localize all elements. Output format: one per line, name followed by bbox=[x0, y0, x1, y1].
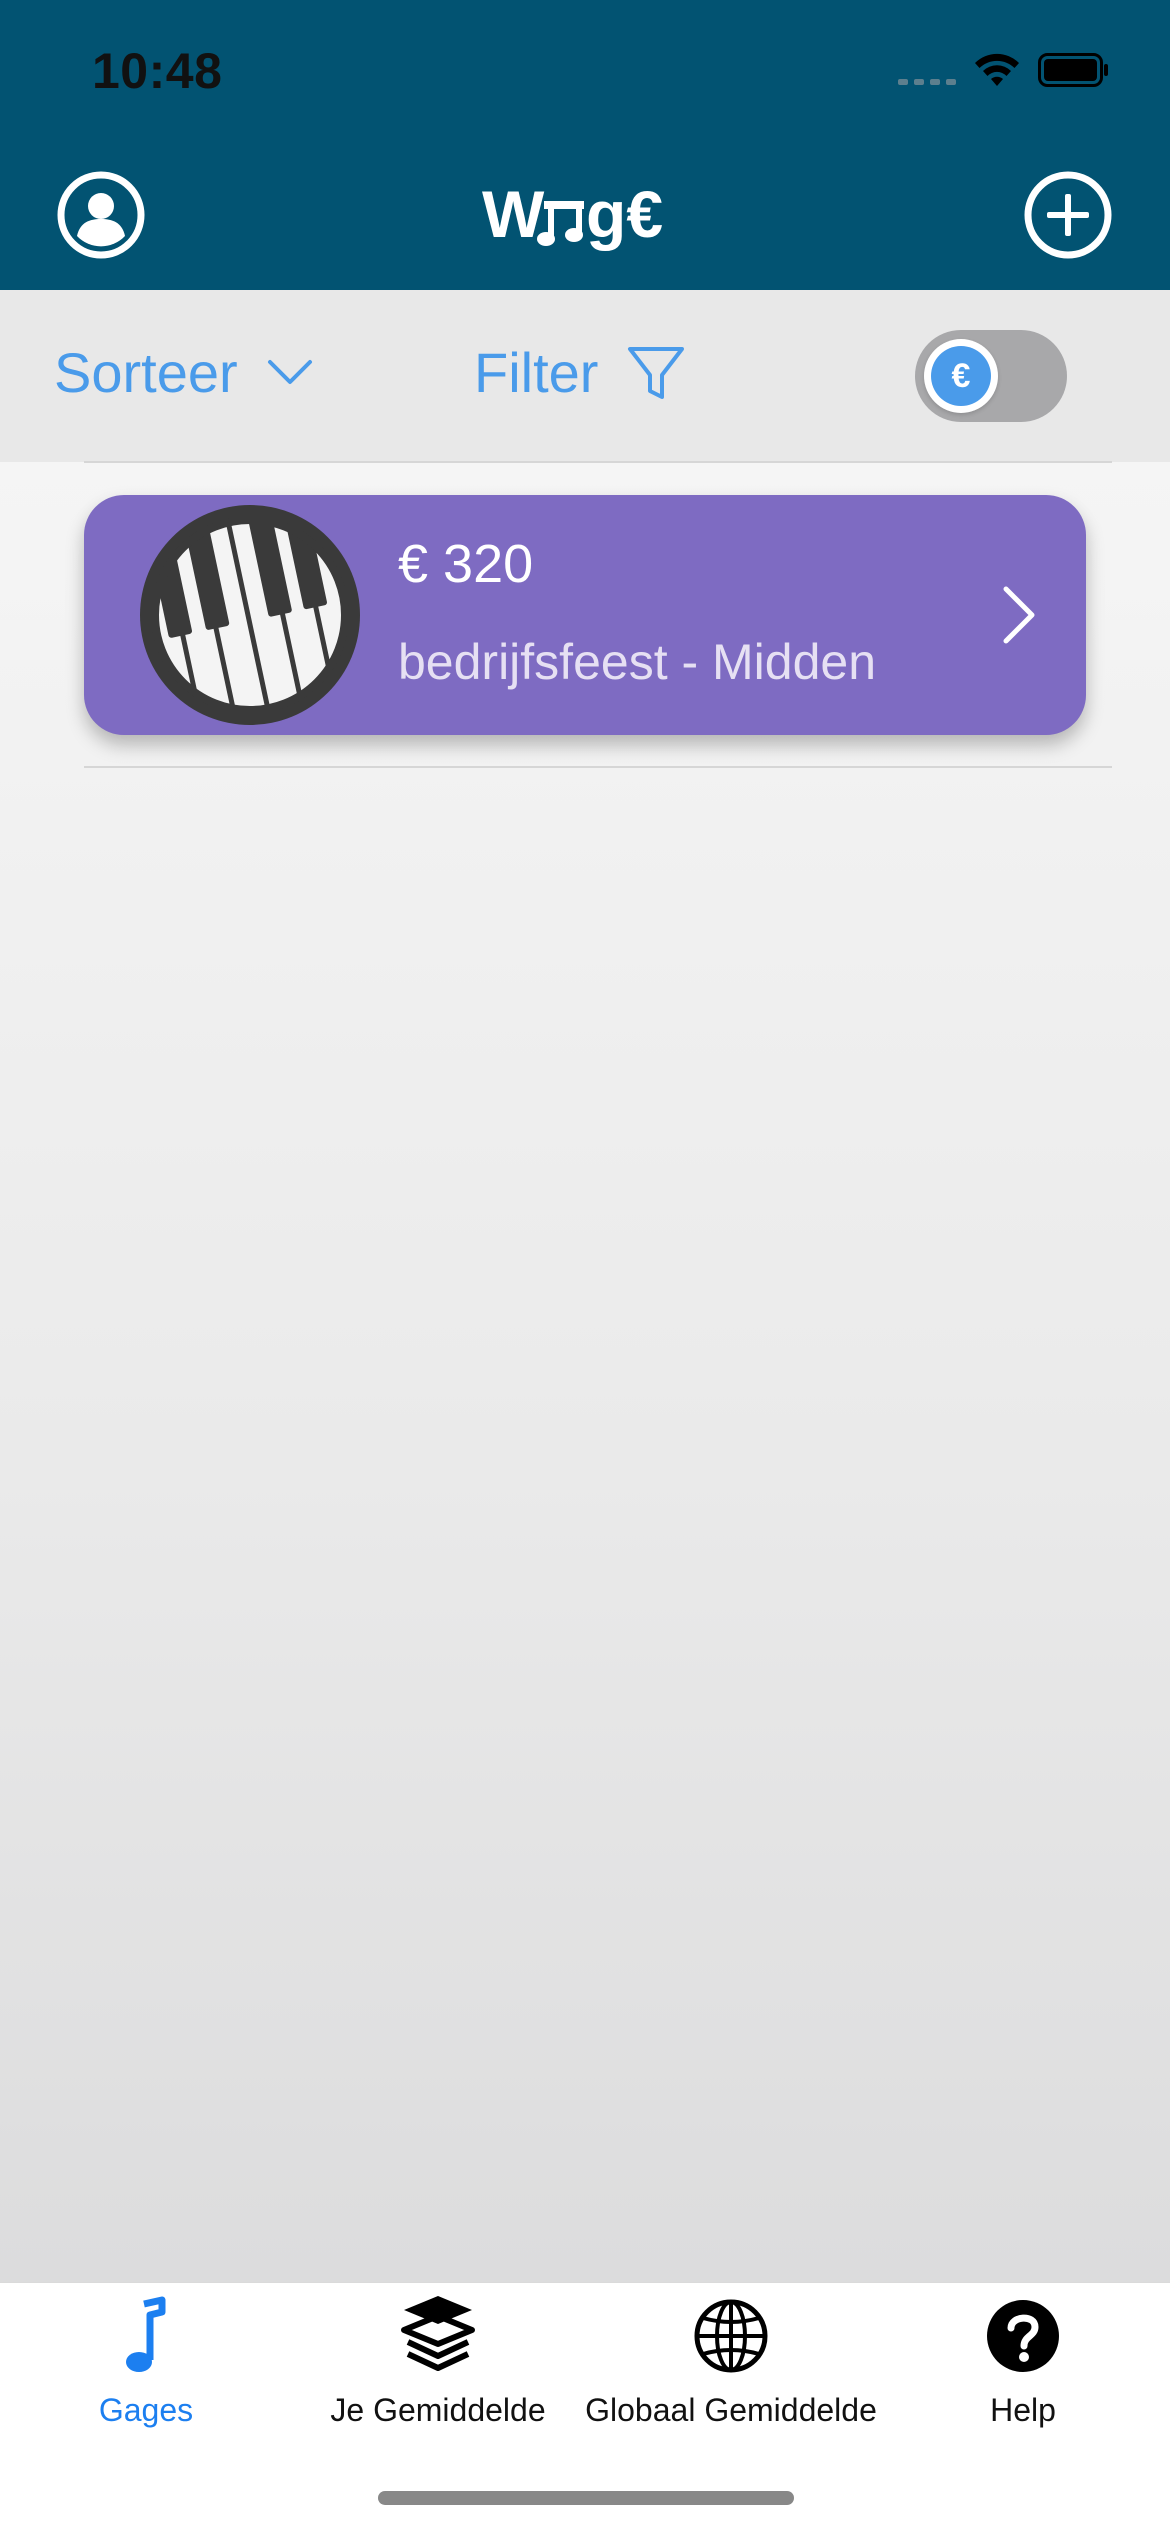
tab-label: Je Gemiddelde bbox=[330, 2392, 546, 2428]
chevron-down-icon bbox=[267, 359, 312, 384]
currency-toggle[interactable]: € bbox=[915, 330, 1067, 422]
plus-circle-icon bbox=[1024, 171, 1112, 259]
home-indicator[interactable] bbox=[378, 2491, 794, 2505]
sort-label: Sorteer bbox=[54, 341, 238, 404]
cellular-signal-icon bbox=[898, 55, 956, 85]
status-icons bbox=[898, 52, 1110, 88]
piano-keys-icon bbox=[140, 505, 360, 725]
gig-amount: € 320 bbox=[398, 534, 534, 594]
tab-gages[interactable]: Gages bbox=[0, 2296, 292, 2446]
battery-icon bbox=[1038, 53, 1110, 87]
tab-je-gemiddelde[interactable]: Je Gemiddelde bbox=[292, 2296, 584, 2446]
svg-text:W: W bbox=[482, 177, 545, 251]
euro-icon: € bbox=[931, 346, 991, 406]
tab-label: Globaal Gemiddelde bbox=[585, 2392, 877, 2428]
toggle-knob: € bbox=[924, 339, 998, 413]
filter-button[interactable]: Filter bbox=[474, 340, 686, 405]
divider bbox=[84, 461, 1112, 463]
tab-label: Help bbox=[990, 2392, 1056, 2428]
chevron-right-icon bbox=[1003, 586, 1035, 644]
funnel-icon bbox=[628, 346, 685, 399]
gig-subtitle: bedrijfsfeest - Midden bbox=[398, 634, 877, 690]
person-circle-icon bbox=[57, 171, 145, 259]
profile-button[interactable] bbox=[56, 170, 146, 260]
list-item[interactable]: € 320 bedrijfsfeest - Midden bbox=[84, 495, 1086, 735]
globe-icon bbox=[694, 2299, 768, 2373]
gig-list bbox=[0, 462, 1170, 2282]
music-note-icon bbox=[126, 2296, 166, 2372]
tab-help[interactable]: Help bbox=[877, 2296, 1169, 2446]
tab-label: Gages bbox=[98, 2392, 194, 2428]
filter-label: Filter bbox=[474, 341, 599, 404]
app-logo: W g€ bbox=[480, 175, 690, 255]
add-button[interactable] bbox=[1023, 170, 1113, 260]
status-time: 10:48 bbox=[92, 43, 223, 99]
divider bbox=[84, 766, 1112, 768]
question-circle-icon bbox=[987, 2300, 1059, 2372]
tab-globaal-gemiddelde[interactable]: Globaal Gemiddelde bbox=[585, 2296, 877, 2446]
wifi-icon bbox=[972, 52, 1022, 88]
sort-button[interactable]: Sorteer bbox=[54, 340, 314, 405]
layers-icon bbox=[401, 2296, 475, 2371]
svg-text:g€: g€ bbox=[586, 177, 663, 251]
